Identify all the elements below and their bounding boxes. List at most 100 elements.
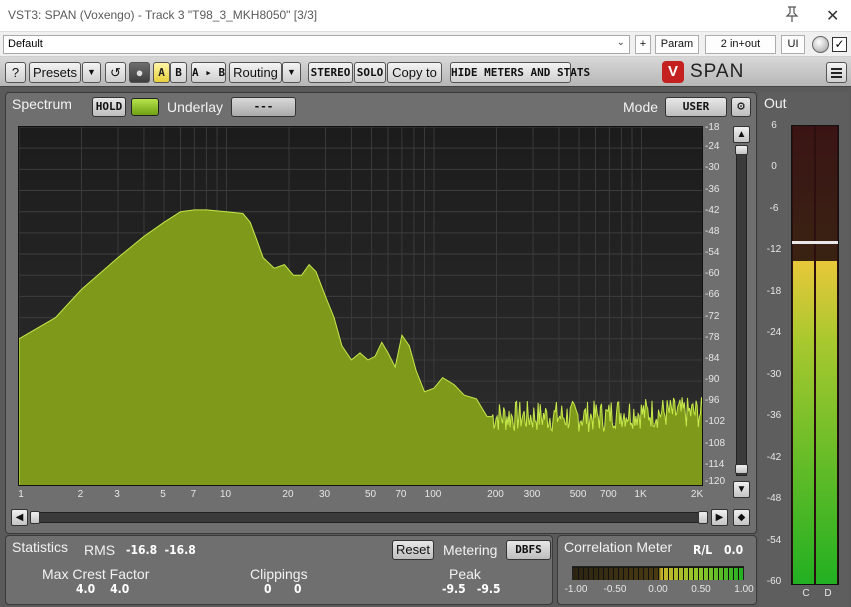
db-tick-label: -60 (705, 268, 720, 280)
correlation-segment-divider (683, 568, 684, 580)
scroll-up-button[interactable]: ▲ (733, 126, 750, 143)
plugin-name: SPAN (690, 61, 745, 82)
peak-label: Peak (449, 566, 481, 582)
underlay-select[interactable]: --- (231, 97, 296, 117)
frequency-tick-label: 2K (690, 489, 704, 500)
close-icon[interactable]: ✕ (826, 6, 839, 26)
horizontal-scroll-thumb-end[interactable] (698, 511, 708, 524)
correlation-tick-label: 1.00 (734, 584, 754, 595)
plugin-toolbar: ? Presets ▼ ↺ ● A B A ▸ B Routing ▼ STER… (0, 57, 851, 87)
correlation-tick-label: -1.00 (564, 584, 588, 595)
metering-select[interactable]: DBFS (506, 540, 551, 560)
vertical-scroll-thumb[interactable] (735, 145, 748, 155)
correlation-segment-divider (718, 568, 719, 580)
correlation-segment-divider (608, 568, 609, 580)
rl-label: R/L (693, 543, 713, 557)
hold-button[interactable]: HOLD (92, 97, 126, 117)
correlation-segment-divider (593, 568, 594, 580)
clippings-label: Clippings (250, 566, 308, 582)
frequency-tick-label: 20 (282, 489, 294, 500)
pin-icon[interactable] (784, 5, 800, 23)
spectrum-plot (19, 127, 702, 485)
scroll-down-button[interactable]: ▼ (733, 481, 750, 498)
output-meter-tick-label: -30 (766, 368, 782, 380)
spectrum-graph[interactable] (18, 126, 703, 486)
correlation-segment-divider (738, 568, 739, 580)
correlation-segment-divider (728, 568, 729, 580)
stereo-button[interactable]: STEREO (308, 62, 353, 83)
copy-to-button[interactable]: Copy to (387, 62, 442, 83)
spectrum-panel: Spectrum HOLD Underlay --- Mode USER ⚙ -… (5, 92, 757, 534)
wet-dry-knob[interactable] (812, 36, 829, 53)
correlation-tick-label: 0.50 (691, 584, 711, 595)
settings-gear-icon[interactable]: ⚙ (731, 97, 751, 117)
bypass-checkbox[interactable]: ✓ (832, 37, 847, 52)
correlation-segment-divider (693, 568, 694, 580)
frequency-tick-label: 300 (523, 489, 541, 500)
frequency-tick-label: 200 (487, 489, 504, 500)
a-state-button[interactable]: A (153, 62, 170, 83)
db-tick-label: -78 (705, 331, 720, 343)
correlation-segment-divider (733, 568, 734, 580)
mode-select[interactable]: USER (665, 97, 727, 117)
output-meter-tick-label: -42 (766, 451, 782, 463)
hold-indicator[interactable] (131, 98, 159, 116)
hide-meters-button[interactable]: HIDE METERS AND STATS (450, 62, 590, 83)
db-tick-label: -72 (705, 310, 720, 322)
redo-icon[interactable]: ● (129, 62, 150, 83)
b-state-button[interactable]: B (170, 62, 187, 83)
routing-button[interactable]: Routing (229, 62, 282, 83)
horizontal-scroll-track[interactable] (30, 512, 708, 523)
copy-a-to-b-button[interactable]: A ▸ B (191, 62, 226, 83)
db-tick-label: -84 (705, 352, 720, 364)
correlation-segment-divider (648, 568, 649, 580)
scroll-right-button[interactable]: ▶ (711, 509, 728, 526)
help-button[interactable]: ? (5, 62, 26, 83)
scroll-left-button[interactable]: ◀ (11, 509, 28, 526)
output-meter-tick-label: 0 (771, 161, 777, 173)
zoom-reset-button[interactable]: ◆ (733, 509, 750, 526)
vertical-scroll-thumb-end[interactable] (735, 464, 748, 474)
db-tick-label: -42 (705, 204, 720, 216)
spectrum-curve (19, 209, 702, 485)
correlation-segment-divider (688, 568, 689, 580)
voxengo-logo: V (662, 61, 684, 83)
channel-d-label: D (824, 588, 832, 599)
add-preset-button[interactable]: + (635, 35, 651, 54)
presets-menu-button[interactable]: ▼ (82, 62, 101, 83)
frequency-tick-label: 700 (600, 489, 617, 500)
frequency-tick-label: 10 (219, 489, 232, 500)
solo-button[interactable]: SOLO (354, 62, 386, 83)
ui-button[interactable]: UI (781, 35, 805, 54)
presets-button[interactable]: Presets (29, 62, 81, 83)
db-tick-label: -114 (705, 458, 725, 470)
db-tick-label: -96 (705, 395, 720, 407)
horizontal-scroll-thumb[interactable] (30, 511, 40, 524)
correlation-segment-divider (663, 568, 664, 580)
db-tick-label: -90 (705, 374, 720, 386)
output-meter-tick-label: -60 (766, 576, 782, 587)
reset-button[interactable]: Reset (392, 540, 434, 560)
correlation-segment-divider (598, 568, 599, 580)
db-tick-label: -36 (705, 183, 720, 195)
title-bar: VST3: SPAN (Voxengo) - Track 3 "T98_3_MK… (0, 0, 851, 32)
vertical-scroll-track[interactable] (736, 145, 747, 476)
output-meter-tick-label: -18 (766, 285, 782, 297)
db-tick-label: -66 (705, 289, 720, 301)
db-tick-label: -54 (705, 247, 720, 259)
frequency-tick-label: 30 (318, 489, 331, 500)
vertical-scrollbar[interactable]: ▲ ▼ (733, 126, 751, 506)
db-tick-label: -102 (705, 416, 726, 428)
clippings-values: 0 0 (264, 582, 302, 596)
io-config-button[interactable]: 2 in+out (705, 35, 776, 54)
frequency-tick-label: 1K (634, 489, 647, 500)
param-button[interactable]: Param (655, 35, 699, 54)
correlation-segment-divider (678, 568, 679, 580)
preset-dropdown[interactable]: Default ⌄ (3, 35, 630, 54)
correlation-segment-divider (583, 568, 584, 580)
correlation-segment-divider (703, 568, 704, 580)
undo-icon[interactable]: ↺ (105, 62, 126, 83)
chevron-down-icon: ⌄ (616, 37, 625, 48)
routing-menu-button[interactable]: ▼ (282, 62, 301, 83)
hamburger-menu-icon[interactable] (826, 62, 847, 83)
